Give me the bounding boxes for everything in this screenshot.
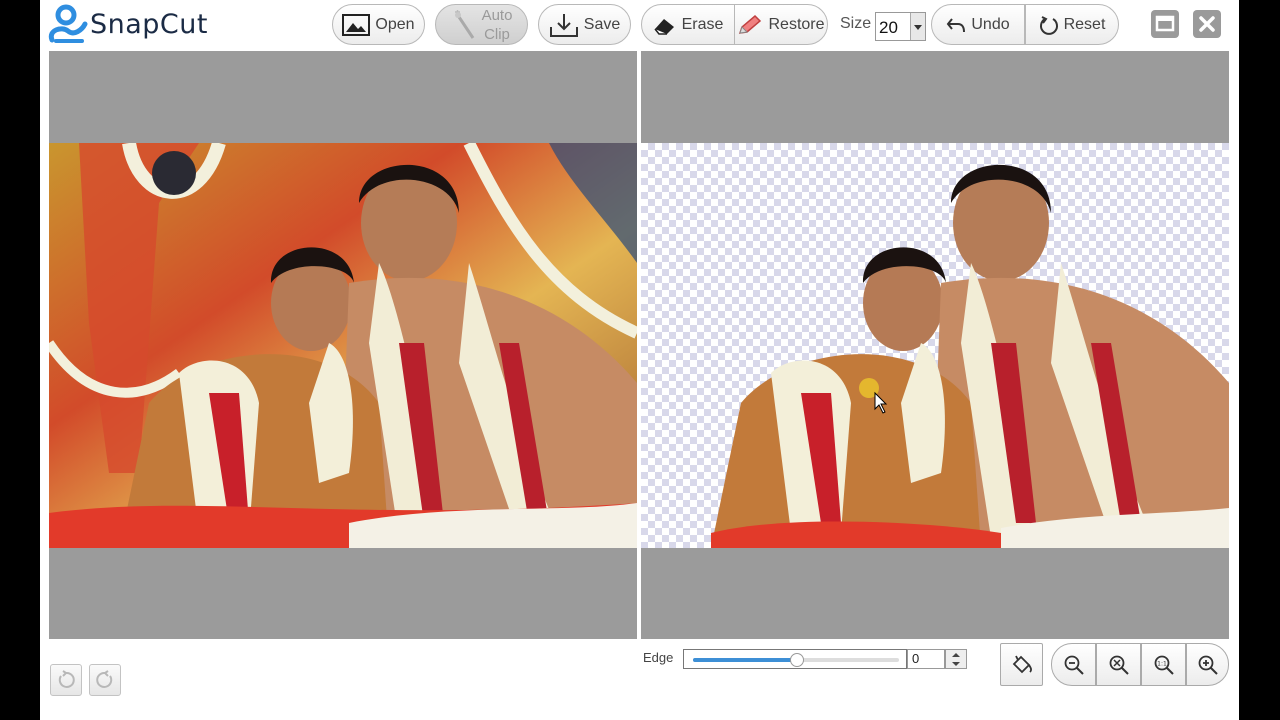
auto-clip-line1: Auto	[481, 6, 513, 24]
rotate-right-button[interactable]	[89, 664, 121, 696]
zoom-actual-size-icon: 1:1	[1154, 655, 1174, 675]
edge-value-input[interactable]: 0	[907, 649, 945, 669]
maximize-button[interactable]	[1151, 10, 1179, 38]
size-dropdown-arrow[interactable]	[910, 13, 925, 40]
auto-clip-line2: Clip	[484, 25, 510, 43]
restore-label: Restore	[768, 15, 825, 33]
paint-bucket-button[interactable]	[1000, 643, 1043, 686]
app-name: SnapCut	[90, 8, 208, 40]
zoom-fit-button[interactable]	[1096, 643, 1141, 686]
magic-wand-icon	[451, 9, 477, 40]
save-button[interactable]: Save	[538, 4, 631, 45]
original-photo	[49, 143, 637, 548]
rotate-left-button[interactable]	[50, 664, 82, 696]
undo-button[interactable]: Undo	[931, 4, 1025, 45]
edge-slider[interactable]	[683, 649, 907, 669]
cutout-scene	[711, 164, 1229, 548]
image-icon	[342, 13, 371, 36]
undo-arrow-icon	[946, 16, 966, 34]
auto-clip-label: Auto Clip	[482, 6, 513, 44]
edge-slider-handle[interactable]	[790, 653, 804, 667]
download-icon	[549, 12, 579, 38]
reset-label: Reset	[1063, 15, 1106, 33]
edge-slider-track[interactable]	[693, 653, 899, 667]
edge-step-down-icon[interactable]	[952, 662, 960, 666]
photo-scene	[49, 143, 637, 548]
size-label: Size	[840, 15, 872, 32]
rotate-left-icon	[58, 670, 75, 688]
open-button[interactable]: Open	[332, 4, 425, 45]
erase-button[interactable]: Erase	[641, 4, 735, 45]
undo-label: Undo	[971, 15, 1010, 33]
edge-stepper[interactable]	[945, 649, 967, 669]
eraser-icon	[653, 15, 677, 35]
logo-icon	[48, 4, 88, 43]
edge-step-up-icon[interactable]	[952, 653, 960, 657]
zoom-actual-size-button[interactable]: 1:1	[1141, 643, 1186, 686]
size-select[interactable]: 20	[875, 12, 926, 41]
save-label: Save	[583, 15, 621, 33]
restore-button[interactable]: Restore	[734, 4, 828, 45]
auto-clip-button[interactable]: Auto Clip	[435, 4, 528, 45]
result-photo	[641, 143, 1229, 548]
maximize-icon	[1155, 15, 1175, 32]
svg-text:1:1: 1:1	[1157, 660, 1167, 667]
zoom-out-icon	[1064, 655, 1084, 675]
zoom-fit-icon	[1109, 655, 1129, 675]
paint-bucket-icon	[1012, 655, 1032, 673]
zoom-out-button[interactable]	[1051, 643, 1096, 686]
close-icon	[1199, 16, 1215, 32]
rotate-right-icon	[96, 670, 113, 688]
edge-label: Edge	[643, 650, 674, 665]
reset-button[interactable]: Reset	[1025, 4, 1119, 45]
open-label: Open	[375, 15, 415, 33]
app-logo: SnapCut	[46, 4, 208, 44]
erase-label: Erase	[681, 15, 724, 33]
edge-slider-fill	[693, 658, 796, 662]
zoom-in-button[interactable]	[1186, 643, 1229, 686]
result-image-canvas[interactable]	[641, 51, 1229, 639]
original-image-canvas[interactable]	[49, 51, 637, 639]
reset-circle-icon	[1039, 15, 1059, 35]
size-value: 20	[879, 18, 898, 37]
snapcut-window: SnapCut Open Auto Clip Save Erase Restor…	[40, 0, 1239, 720]
pencil-icon	[737, 14, 763, 36]
close-button[interactable]	[1193, 10, 1221, 38]
zoom-in-icon	[1198, 655, 1218, 675]
